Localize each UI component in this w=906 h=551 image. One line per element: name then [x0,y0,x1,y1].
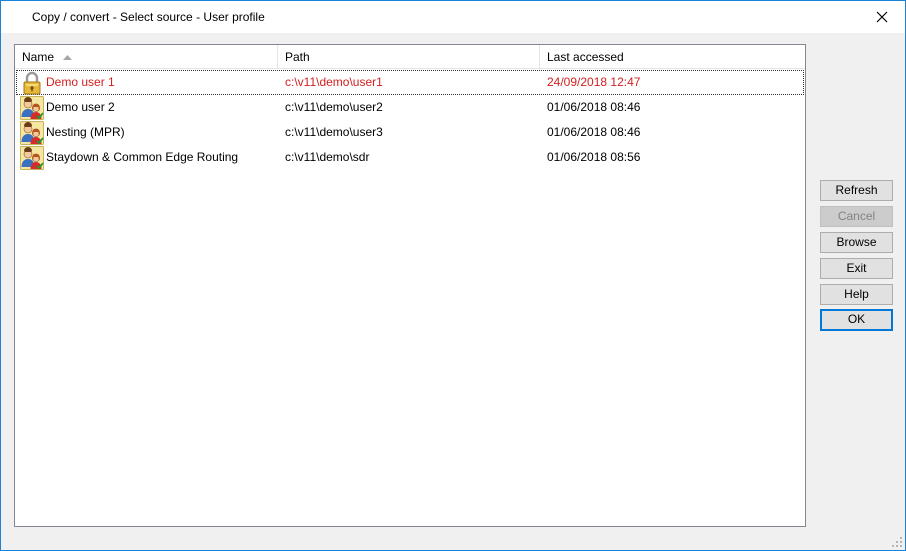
window-title: Copy / convert - Select source - User pr… [32,10,265,24]
row-path: c:\v11\demo\user3 [285,125,383,139]
user-profile-icon [20,146,44,170]
close-icon [876,11,888,23]
cancel-button[interactable]: Cancel [820,206,893,227]
column-header-path-label: Path [285,50,310,64]
list-header: Name Path Last accessed [15,45,805,69]
row-last-accessed: 24/09/2018 12:47 [547,75,641,89]
column-header-name[interactable]: Name [15,45,278,69]
list-row[interactable]: Demo user 1 c:\v11\demo\user1 24/09/2018… [16,70,804,95]
browse-button[interactable]: Browse [820,232,893,253]
resize-grip-icon[interactable] [892,537,902,547]
title-bar[interactable]: Copy / convert - Select source - User pr… [1,1,905,33]
row-name: Demo user 1 [46,75,115,89]
row-path: c:\v11\demo\user1 [285,75,383,89]
sort-ascending-icon [63,55,73,61]
column-header-last-accessed[interactable]: Last accessed [540,45,805,69]
list-row[interactable]: Demo user 2 c:\v11\demo\user2 01/06/2018… [16,95,804,120]
refresh-button[interactable]: Refresh [820,180,893,201]
dialog-window: Copy / convert - Select source - User pr… [0,0,906,551]
user-profile-icon [20,96,44,120]
profile-list[interactable]: Name Path Last accessed Demo user 1 c:\v… [14,44,806,527]
list-row[interactable]: Staydown & Common Edge Routing c:\v11\de… [16,145,804,170]
close-button[interactable] [859,1,905,33]
row-name: Demo user 2 [46,100,115,114]
padlock-icon [23,71,41,95]
row-name: Nesting (MPR) [46,125,125,139]
column-header-name-label: Name [22,50,55,64]
ok-button[interactable]: OK [820,309,893,331]
row-path: c:\v11\demo\user2 [285,100,383,114]
column-header-last-accessed-label: Last accessed [547,50,624,64]
row-name: Staydown & Common Edge Routing [46,150,239,164]
row-last-accessed: 01/06/2018 08:56 [547,150,641,164]
column-header-path[interactable]: Path [278,45,540,69]
row-last-accessed: 01/06/2018 08:46 [547,100,641,114]
row-path: c:\v11\demo\sdr [285,150,370,164]
help-button[interactable]: Help [820,284,893,305]
user-profile-icon [20,121,44,145]
row-last-accessed: 01/06/2018 08:46 [547,125,641,139]
list-row[interactable]: Nesting (MPR) c:\v11\demo\user3 01/06/20… [16,120,804,145]
exit-button[interactable]: Exit [820,258,893,279]
